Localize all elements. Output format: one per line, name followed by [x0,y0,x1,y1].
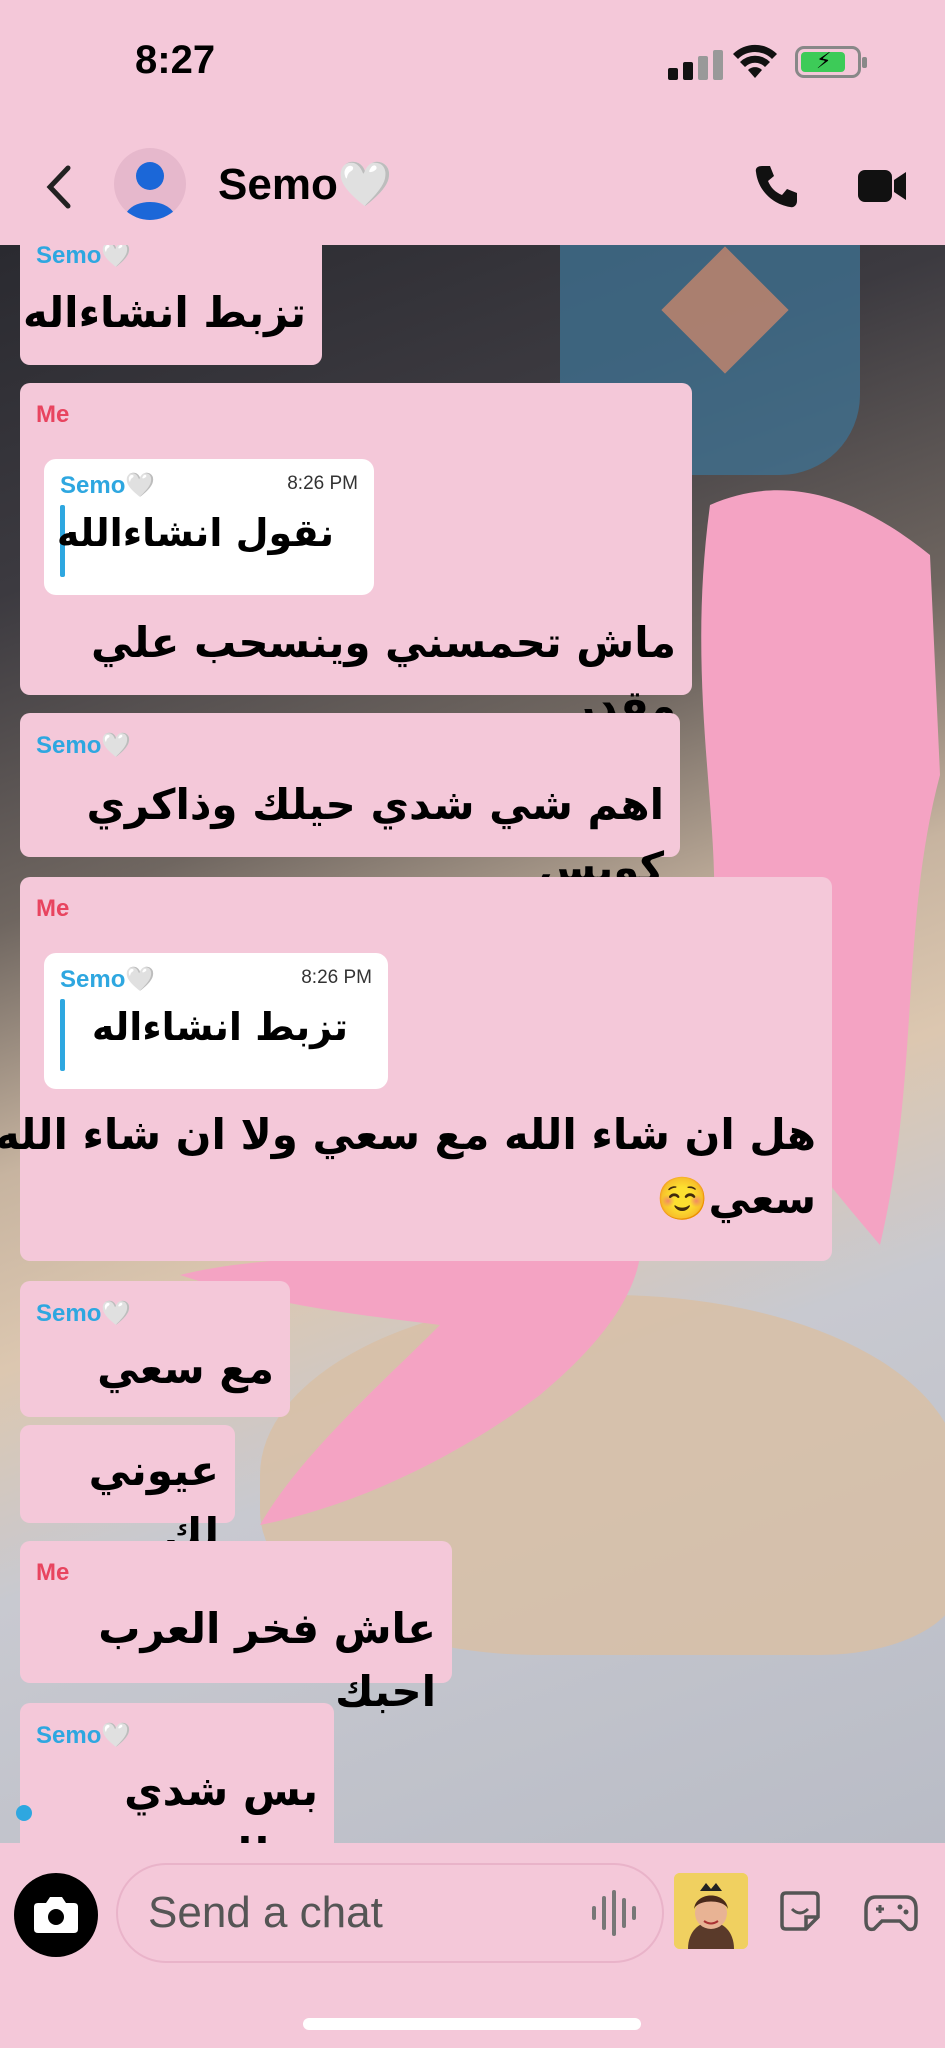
user-silhouette-icon [124,162,176,220]
camera-icon [34,1897,78,1933]
message-bubble[interactable]: Me Semo🤍 8:26 PM نقول انشاءالله ماش تحمس… [20,383,692,730]
quoted-message[interactable]: Semo🤍 8:26 PM تزبط انشاءاله [44,953,388,1089]
message-bubble[interactable]: Semo🤍 تزبط انشاءاله [20,245,322,365]
gamepad-icon[interactable] [864,1891,918,1933]
chat-area[interactable]: Semo🤍 تزبط انشاءاله Me Semo🤍 8:26 PM نقو… [0,245,945,1843]
message-bubble[interactable]: عيوني لك [20,1425,235,1558]
message-text: بس شدي حيلك [124,1766,318,1843]
home-indicator[interactable] [303,2018,641,2030]
composer-bar: Send a chat [0,1843,945,2048]
message-bubble[interactable]: Semo🤍 اهم شي شدي حيلك وذاكري كويس [20,713,680,892]
wifi-icon [733,44,777,78]
status-bar: 8:27 ⚡ [0,0,945,130]
video-camera-icon[interactable] [856,166,908,206]
quoted-message[interactable]: Semo🤍 8:26 PM نقول انشاءالله [44,459,374,595]
message-sender: Me [36,1559,70,1586]
message-bubble[interactable]: Me Semo🤍 8:26 PM تزبط انشاءاله هل ان شاء… [0,877,832,1261]
status-time: 8:27 [135,38,216,82]
message-sender: Semo🤍 [36,1722,132,1749]
message-sender: Semo🤍 [36,245,132,269]
bitmoji-avatar[interactable] [674,1873,748,1949]
chat-input[interactable]: Send a chat [116,1863,664,1963]
message-text: مع سعي [97,1344,274,1393]
message-text: تزبط انشاءاله [22,288,306,337]
chevron-left-icon[interactable] [40,162,76,212]
quote-accent-bar [60,999,65,1071]
camera-button[interactable] [14,1873,98,1957]
quoted-time: 8:26 PM [287,473,358,494]
message-text: هل ان شاء الله مع سعي ولا ان شاء الله بد… [0,1110,816,1159]
sticker-icon[interactable] [776,1887,824,1935]
message-bubble[interactable]: Me عاش فخر العرب احبك [20,1541,452,1716]
quoted-sender: Semo🤍 [60,472,156,499]
message-sender: Me [36,895,70,922]
unread-indicator [16,1805,32,1821]
message-sender: Semo🤍 [36,732,132,759]
quoted-sender: Semo🤍 [60,966,156,993]
quoted-time: 8:26 PM [301,967,372,988]
chat-title[interactable]: Semo🤍 [218,158,393,210]
quoted-text: نقول انشاءالله [56,511,334,555]
avatar[interactable] [114,148,186,220]
battery-icon: ⚡ [795,46,867,78]
bitmoji-icon [674,1873,748,1949]
message-sender: Semo🤍 [36,1300,132,1327]
voice-wave-icon[interactable] [590,1890,642,1936]
message-bubble[interactable]: Semo🤍 مع سعي [20,1281,290,1417]
chat-header: Semo🤍 [0,130,945,245]
quoted-text: تزبط انشاءاله [91,1005,348,1049]
message-bubble[interactable]: Semo🤍 بس شدي حيلك [20,1703,334,1843]
message-text: سعي☺️ [656,1174,816,1223]
phone-icon[interactable] [752,162,800,210]
cellular-signal-icon [668,50,723,80]
message-sender: Me [36,401,70,428]
